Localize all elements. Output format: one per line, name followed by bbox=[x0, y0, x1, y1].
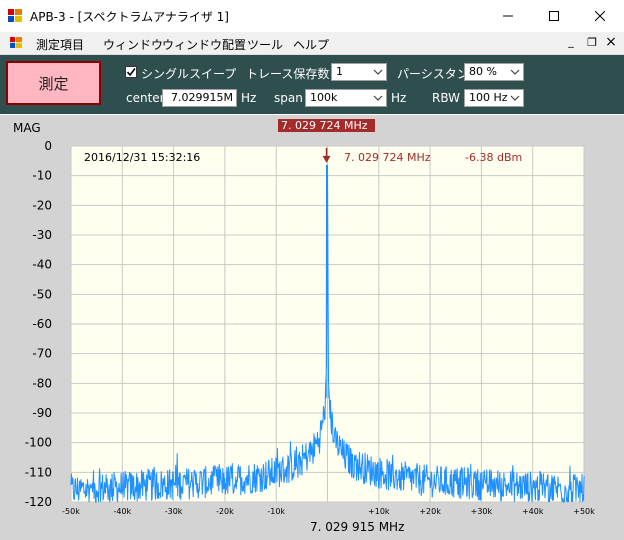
span-label: span bbox=[274, 91, 303, 105]
span-value: 100k bbox=[310, 91, 338, 104]
y-tick-label: -50 bbox=[32, 287, 52, 301]
timestamp: 2016/12/31 15:32:16 bbox=[84, 151, 200, 164]
close-button[interactable] bbox=[577, 0, 623, 31]
y-tick-label: -110 bbox=[25, 465, 52, 479]
menu-window[interactable]: ウィンドウ bbox=[103, 36, 163, 53]
chevron-down-icon bbox=[373, 69, 383, 75]
y-tick-label: -30 bbox=[32, 228, 52, 242]
maximize-icon bbox=[549, 10, 559, 21]
chevron-down-icon bbox=[373, 95, 383, 101]
rbw-value: 100 Hz bbox=[469, 91, 508, 104]
span-unit: Hz bbox=[391, 91, 407, 105]
x-tick-label: +20k bbox=[419, 507, 441, 516]
x-tick-label: -40k bbox=[113, 507, 131, 516]
rbw-combo[interactable]: 100 Hz bbox=[464, 89, 524, 107]
minimize-button[interactable] bbox=[485, 0, 531, 31]
chevron-down-icon bbox=[510, 95, 520, 101]
x-tick-label: +50k bbox=[573, 507, 595, 516]
minimize-icon bbox=[503, 15, 513, 16]
window-title: APB-3 - [スペクトラムアナライザ 1] bbox=[30, 10, 229, 24]
x-tick-label: +10k bbox=[368, 507, 390, 516]
x-tick-label: -50k bbox=[62, 507, 80, 516]
y-axis-title: MAG bbox=[13, 121, 41, 135]
y-tick-label: -10 bbox=[32, 169, 52, 183]
y-tick-label: -80 bbox=[32, 376, 52, 390]
span-combo[interactable]: 100k bbox=[305, 89, 387, 107]
y-tick-label: -70 bbox=[32, 347, 52, 361]
center-unit: Hz bbox=[241, 91, 257, 105]
app-icon bbox=[8, 9, 22, 22]
persistence-value: 80 % bbox=[469, 65, 497, 78]
menu-measurement[interactable]: 測定項目 bbox=[36, 36, 84, 53]
mdi-minimize-button[interactable]: _ bbox=[564, 35, 578, 48]
single-sweep-checkbox[interactable] bbox=[125, 66, 137, 78]
menu-window-layout[interactable]: ウィンドウ配置 bbox=[162, 36, 246, 53]
marker-level-readout: -6.38 dBm bbox=[465, 151, 522, 164]
mdi-close-button[interactable]: × bbox=[604, 34, 618, 50]
x-tick-label: -30k bbox=[165, 507, 183, 516]
spectrum-chart[interactable]: MAG 0 -10 -20 -30 -40 -50 -60 -70 -80 -90 -100 -110… bbox=[0, 115, 624, 540]
y-ticks: 0 -10 -20 -30 -40 -50 -60 -70 -80 -90 -100 -110 -120 bbox=[25, 139, 52, 509]
close-icon bbox=[595, 10, 605, 21]
y-tick-label: -40 bbox=[32, 258, 52, 272]
y-tick-label: 0 bbox=[44, 139, 52, 153]
x-ticks: -50k -40k -30k -20k -10k +10k +20k +30k +40k +50k bbox=[62, 507, 595, 516]
checkmark-icon bbox=[126, 68, 136, 77]
trace-save-value: 1 bbox=[336, 65, 343, 78]
chevron-down-icon bbox=[510, 69, 520, 75]
center-frequency-label: 7. 029 915 MHz bbox=[310, 520, 404, 534]
marker-frequency-readout: 7. 029 724 MHz bbox=[344, 151, 431, 164]
x-tick-label: +40k bbox=[522, 507, 544, 516]
persistence-combo[interactable]: 80 % bbox=[464, 63, 524, 81]
center-frequency-input[interactable]: 7.029915M bbox=[162, 89, 237, 107]
y-tick-label: -60 bbox=[32, 317, 52, 331]
center-label: center bbox=[126, 91, 165, 105]
y-tick-label: -120 bbox=[25, 495, 52, 509]
x-tick-label: -20k bbox=[216, 507, 234, 516]
x-tick-label: +30k bbox=[471, 507, 493, 516]
measure-button[interactable]: 測定 bbox=[6, 61, 101, 105]
x-tick-label: -10k bbox=[267, 507, 285, 516]
rbw-label: RBW bbox=[432, 91, 461, 105]
y-tick-label: -90 bbox=[32, 406, 52, 420]
menu-tools[interactable]: ツール bbox=[247, 36, 283, 53]
menu-help[interactable]: ヘルプ bbox=[293, 36, 329, 53]
trace-save-label: トレース保存数 bbox=[246, 67, 330, 81]
child-window-icon[interactable] bbox=[10, 37, 22, 48]
y-tick-label: -100 bbox=[25, 436, 52, 450]
trace-save-combo[interactable]: 1 bbox=[331, 63, 387, 81]
mdi-restore-button[interactable]: ❐ bbox=[585, 36, 599, 49]
y-tick-label: -20 bbox=[32, 198, 52, 212]
maximize-button[interactable] bbox=[531, 0, 577, 31]
single-sweep-label: シングルスイープ bbox=[141, 67, 237, 81]
